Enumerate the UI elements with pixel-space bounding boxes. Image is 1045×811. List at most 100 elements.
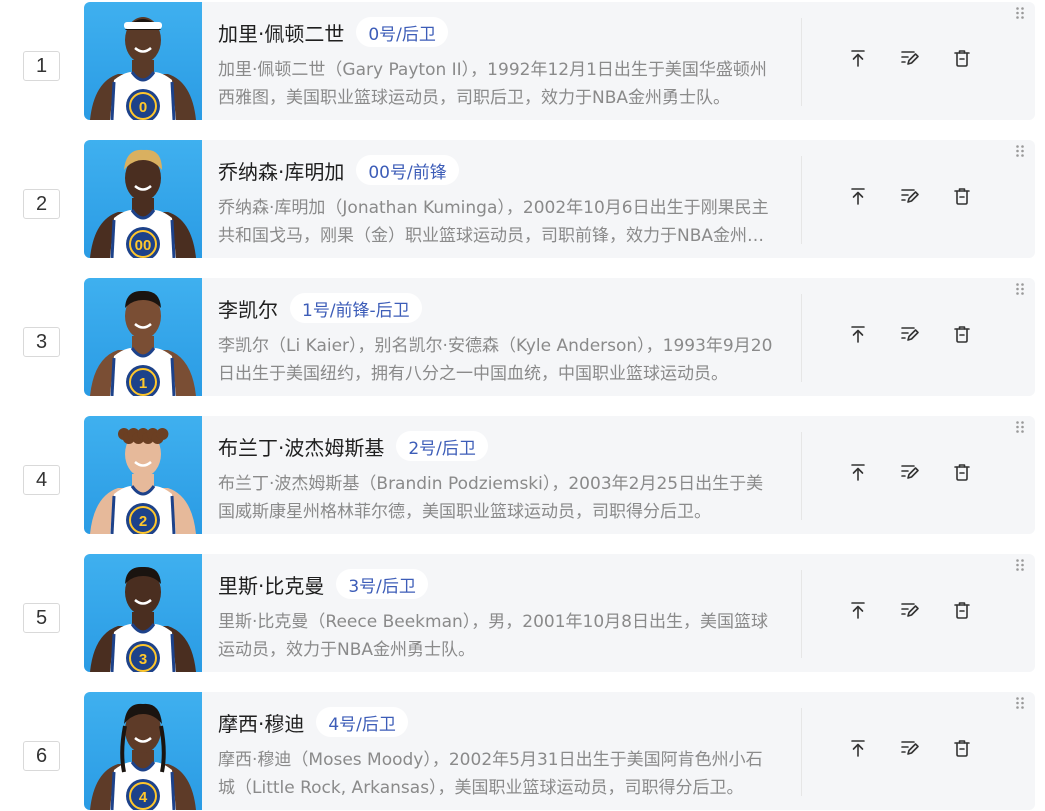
move-to-top-icon [851, 464, 865, 481]
edit-icon [901, 327, 919, 341]
player-description: 乔纳森·库明加（Jonathan Kuminga），2002年10月6日出生于刚… [218, 198, 769, 246]
drag-handle-icon[interactable] [1014, 144, 1026, 158]
svg-text:3: 3 [139, 651, 147, 668]
player-avatar: 0 [84, 2, 202, 120]
player-card[interactable]: 00 乔纳森·库明加 00号/前锋 乔纳森·库明加（Jonathan Kumin… [84, 140, 1035, 258]
delete-icon [954, 326, 970, 343]
svg-text:00: 00 [135, 237, 152, 254]
row-index: 1 [23, 51, 60, 81]
move-to-top-button[interactable] [848, 738, 868, 758]
title-line: 加里·佩顿二世 0号/后卫 [218, 12, 778, 52]
player-card[interactable]: 3 里斯·比克曼 3号/后卫 里斯·比克曼（Reece Beekman），男，2… [84, 554, 1035, 672]
row-index: 6 [23, 741, 60, 771]
player-info: 李凯尔 1号/前锋-后卫 李凯尔（Li Kaier），别名凯尔·安德森（Kyle… [218, 288, 778, 388]
player-info: 里斯·比克曼 3号/后卫 里斯·比克曼（Reece Beekman），男，200… [218, 564, 778, 664]
delete-icon [954, 50, 970, 67]
divider [801, 708, 802, 796]
player-portrait-illustration: 2 [90, 428, 196, 534]
row-index: 4 [23, 465, 60, 495]
player-avatar: 4 [84, 692, 202, 810]
player-description: 摩西·穆迪（Moses Moody），2002年5月31日出生于美国阿肯色州小石… [218, 750, 763, 798]
player-description: 加里·佩顿二世（Gary Payton II），1992年12月1日出生于美国华… [218, 60, 767, 108]
edit-icon [901, 51, 919, 65]
svg-text:2: 2 [139, 513, 147, 530]
svg-text:4: 4 [139, 789, 148, 806]
drag-handle-icon[interactable] [1014, 558, 1026, 572]
delete-button[interactable] [952, 600, 972, 620]
row-actions [848, 600, 972, 620]
row-actions [848, 462, 972, 482]
delete-button[interactable] [952, 738, 972, 758]
delete-button[interactable] [952, 462, 972, 482]
edit-button[interactable] [900, 600, 920, 620]
delete-button[interactable] [952, 186, 972, 206]
move-to-top-button[interactable] [848, 186, 868, 206]
edit-button[interactable] [900, 738, 920, 758]
row-actions [848, 48, 972, 68]
delete-icon [954, 740, 970, 757]
move-to-top-button[interactable] [848, 324, 868, 344]
title-line: 布兰丁·波杰姆斯基 2号/后卫 [218, 426, 778, 466]
player-number-position-tag: 00号/前锋 [356, 155, 459, 185]
divider [801, 570, 802, 658]
edit-button[interactable] [900, 462, 920, 482]
player-number-position-tag: 1号/前锋-后卫 [290, 293, 422, 323]
player-portrait-illustration: 3 [90, 566, 196, 672]
player-card[interactable]: 1 李凯尔 1号/前锋-后卫 李凯尔（Li Kaier），别名凯尔·安德森（Ky… [84, 278, 1035, 396]
player-row: 1 0 加里·佩顿二世 0号/后卫 加里·佩顿二世（Gary Payton II… [0, 0, 1045, 120]
row-actions [848, 186, 972, 206]
player-number-position-tag: 4号/后卫 [316, 707, 408, 737]
player-row: 2 00 乔纳森·库明加 00号/前锋 乔纳森·库明加（Jonathan Kum… [0, 138, 1045, 258]
drag-handle-icon[interactable] [1014, 282, 1026, 296]
move-to-top-button[interactable] [848, 462, 868, 482]
edit-icon [901, 741, 919, 755]
title-line: 里斯·比克曼 3号/后卫 [218, 564, 778, 604]
move-to-top-icon [851, 602, 865, 619]
player-card[interactable]: 2 布兰丁·波杰姆斯基 2号/后卫 布兰丁·波杰姆斯基（Brandin Podz… [84, 416, 1035, 534]
edit-icon [901, 465, 919, 479]
move-to-top-icon [851, 50, 865, 67]
drag-handle-icon[interactable] [1014, 6, 1026, 20]
move-to-top-icon [851, 188, 865, 205]
title-line: 摩西·穆迪 4号/后卫 [218, 702, 778, 742]
player-name: 李凯尔 [218, 297, 278, 322]
player-card[interactable]: 4 摩西·穆迪 4号/后卫 摩西·穆迪（Moses Moody），2002年5月… [84, 692, 1035, 810]
player-info: 加里·佩顿二世 0号/后卫 加里·佩顿二世（Gary Payton II），19… [218, 12, 778, 112]
move-to-top-button[interactable] [848, 600, 868, 620]
edit-button[interactable] [900, 324, 920, 344]
player-portrait-illustration: 4 [90, 703, 196, 810]
edit-icon [901, 603, 919, 617]
move-to-top-icon [851, 740, 865, 757]
player-card[interactable]: 0 加里·佩顿二世 0号/后卫 加里·佩顿二世（Gary Payton II），… [84, 2, 1035, 120]
title-line: 李凯尔 1号/前锋-后卫 [218, 288, 778, 328]
divider [801, 156, 802, 244]
player-avatar: 3 [84, 554, 202, 672]
title-line: 乔纳森·库明加 00号/前锋 [218, 150, 778, 190]
row-index: 2 [23, 189, 60, 219]
drag-handle-icon[interactable] [1014, 696, 1026, 710]
player-number-position-tag: 2号/后卫 [396, 431, 488, 461]
delete-icon [954, 188, 970, 205]
player-row: 3 1 李凯尔 1号/前锋-后卫 李凯尔（Li Kaier），别名凯尔·安德森（… [0, 276, 1045, 396]
delete-button[interactable] [952, 48, 972, 68]
edit-button[interactable] [900, 48, 920, 68]
player-avatar: 1 [84, 278, 202, 396]
player-number-position-tag: 0号/后卫 [356, 17, 448, 47]
player-info: 布兰丁·波杰姆斯基 2号/后卫 布兰丁·波杰姆斯基（Brandin Podzie… [218, 426, 778, 526]
divider [801, 294, 802, 382]
player-info: 乔纳森·库明加 00号/前锋 乔纳森·库明加（Jonathan Kuminga）… [218, 150, 778, 250]
player-name: 乔纳森·库明加 [218, 159, 345, 184]
delete-icon [954, 602, 970, 619]
move-to-top-button[interactable] [848, 48, 868, 68]
delete-button[interactable] [952, 324, 972, 344]
row-actions [848, 738, 972, 758]
player-row: 6 4 摩西·穆迪 4号/后卫 摩西·穆迪（Moses Moody），2002年… [0, 690, 1045, 810]
player-name: 摩西·穆迪 [218, 711, 305, 736]
edit-button[interactable] [900, 186, 920, 206]
player-name: 加里·佩顿二世 [218, 21, 345, 46]
row-index: 5 [23, 603, 60, 633]
player-info: 摩西·穆迪 4号/后卫 摩西·穆迪（Moses Moody），2002年5月31… [218, 702, 778, 802]
player-name: 布兰丁·波杰姆斯基 [218, 435, 385, 460]
divider [801, 18, 802, 106]
drag-handle-icon[interactable] [1014, 420, 1026, 434]
